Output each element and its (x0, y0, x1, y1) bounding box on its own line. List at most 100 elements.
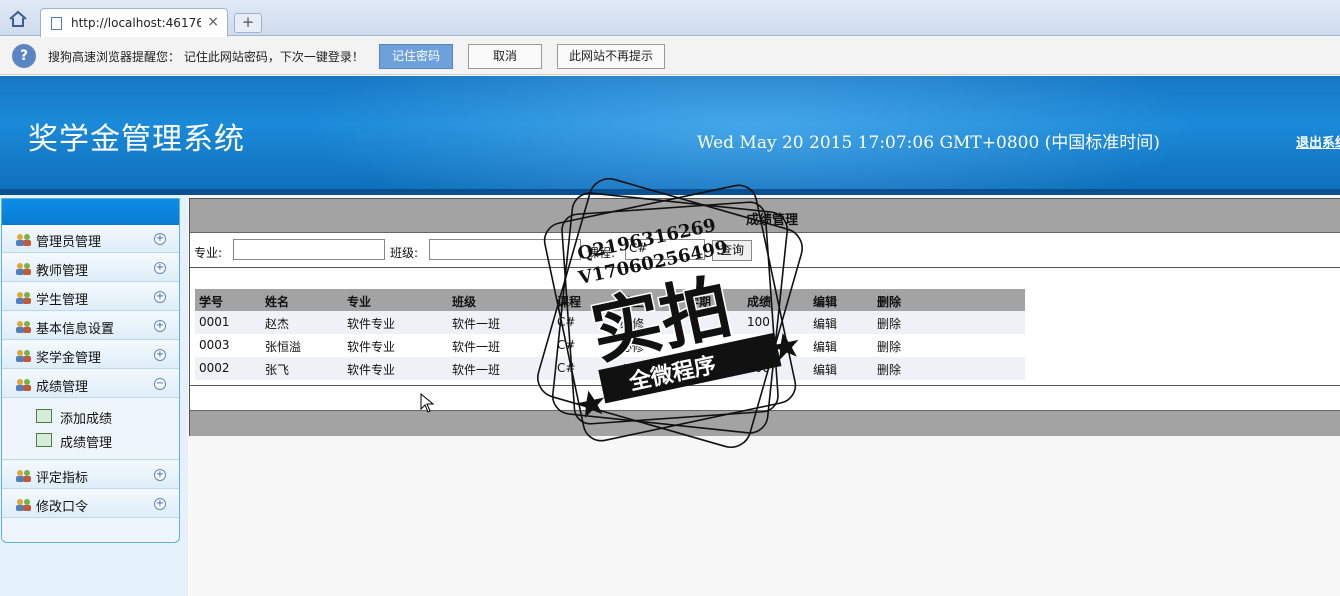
sidebar-item-student[interactable]: 学生管理 + (2, 283, 179, 311)
cell-student-id: 0002 (199, 361, 230, 375)
col-header: 课程 (557, 295, 582, 309)
col-header: 学号 (199, 295, 224, 309)
sidebar-item-change-password[interactable]: 修改口令 + (2, 490, 179, 518)
table-row: 0003 张恒溢 软件专业 软件一班 C# 必修 100 编辑 删除 (195, 334, 1025, 357)
sidebar-item-scholarship[interactable]: 奖学金管理 + (2, 341, 179, 369)
password-prompt-bar: ? 搜狗高速浏览器提醒您： 记住此网站密码，下次一键登录！ 记住密码 取消 此网… (0, 37, 1340, 75)
cell-class: 软件一班 (452, 317, 501, 331)
sidebar-item-label: 教师管理 (36, 264, 89, 279)
edit-link[interactable]: 编辑 (813, 315, 837, 332)
col-header: 学期 (687, 295, 712, 309)
collapse-icon[interactable]: − (154, 378, 166, 390)
major-input[interactable] (233, 239, 385, 260)
cell-major: 软件专业 (347, 317, 396, 331)
search-row: 专业: 班级: 课程: C# 查询 (190, 234, 1340, 268)
panel-divider (190, 385, 1340, 386)
users-icon (16, 292, 31, 304)
cell-major: 软件专业 (347, 340, 396, 354)
cell-course: C# (557, 361, 576, 375)
browser-tab[interactable]: http://localhost:46176/ × (40, 8, 228, 37)
sidebar-item-scores[interactable]: 成绩管理 − (2, 370, 179, 398)
cell-class: 软件一班 (452, 363, 501, 377)
expand-icon[interactable]: + (154, 233, 166, 245)
app-window: http://localhost:46176/ × + ? 搜狗高速浏览器提醒您… (0, 0, 1340, 596)
delete-link[interactable]: 删除 (877, 338, 901, 355)
sidebar-item-basic-info[interactable]: 基本信息设置 + (2, 312, 179, 340)
main-content: 成绩管理 专业: 班级: 课程: C# 查询 学号 姓名 专业 班级 课程 类型… (188, 195, 1340, 596)
sidebar-subitem-label: 添加成绩 (60, 412, 113, 427)
sidebar-menu-frame: 管理员管理 + 教师管理 + 学生管理 + 基本信息设置 + 奖学金管理 + 成… (1, 198, 180, 543)
col-header: 类型 (620, 295, 645, 309)
sidebar: 管理员管理 + 教师管理 + 学生管理 + 基本信息设置 + 奖学金管理 + 成… (0, 195, 188, 596)
new-tab-button[interactable]: + (234, 13, 262, 33)
sidebar-subitem-label: 成绩管理 (60, 436, 113, 451)
close-tab-icon[interactable]: × (207, 14, 219, 30)
scores-submenu: 添加成绩 成绩管理 (2, 402, 179, 460)
sidebar-item-label: 学生管理 (36, 293, 89, 308)
info-key-icon: ? (12, 44, 36, 68)
users-icon (16, 499, 31, 511)
form-add-icon (36, 409, 52, 423)
datetime-display: Wed May 20 2015 17:07:06 GMT+0800 (中国标准时… (697, 133, 1160, 153)
table-row: 0002 张飞 软件专业 软件一班 C# 必修 100 编辑 删除 (195, 357, 1025, 380)
cell-name: 赵杰 (265, 317, 290, 331)
home-icon[interactable] (8, 10, 28, 28)
users-icon (16, 234, 31, 246)
cancel-button[interactable]: 取消 (468, 44, 542, 69)
expand-icon[interactable]: + (154, 320, 166, 332)
form-edit-icon (36, 433, 52, 447)
tab-url: http://localhost:46176/ (71, 16, 201, 30)
panel-title-bar: 成绩管理 (190, 199, 1340, 233)
sidebar-header (2, 199, 179, 225)
sidebar-item-label: 评定指标 (36, 471, 89, 486)
users-icon (16, 379, 31, 391)
panel-title: 成绩管理 (746, 213, 799, 228)
expand-icon[interactable]: + (154, 262, 166, 274)
col-header: 专业 (347, 295, 372, 309)
expand-icon[interactable]: + (154, 498, 166, 510)
edit-link[interactable]: 编辑 (813, 361, 837, 378)
cell-major: 软件专业 (347, 363, 396, 377)
browser-tab-bar: http://localhost:46176/ × + (0, 0, 1340, 37)
system-title: 奖学金管理系统 (28, 122, 245, 157)
sidebar-item-criteria[interactable]: 评定指标 + (2, 461, 179, 489)
sidebar-item-label: 奖学金管理 (36, 351, 102, 366)
cell-type: 必修 (620, 363, 645, 377)
sidebar-item-label: 成绩管理 (36, 380, 89, 395)
sidebar-item-teacher[interactable]: 教师管理 + (2, 254, 179, 282)
query-button[interactable]: 查询 (712, 240, 752, 261)
cell-score: 100 (747, 315, 770, 329)
cell-score: 100 (747, 361, 770, 375)
sidebar-item-admin[interactable]: 管理员管理 + (2, 225, 179, 253)
cell-student-id: 0003 (199, 338, 230, 352)
delete-link[interactable]: 删除 (877, 361, 901, 378)
cell-student-id: 0001 (199, 315, 230, 329)
cell-name: 张恒溢 (265, 340, 302, 354)
table-row: 0001 赵杰 软件专业 软件一班 C# 必修 100 编辑 删除 (195, 311, 1025, 334)
page-icon (51, 17, 62, 30)
expand-icon[interactable]: + (154, 291, 166, 303)
course-select[interactable]: C# (625, 239, 705, 260)
course-label: 课程: (587, 246, 616, 260)
expand-icon[interactable]: + (154, 469, 166, 481)
cell-type: 必修 (620, 340, 645, 354)
logout-link[interactable]: 退出系统 (1296, 132, 1340, 151)
remember-password-button[interactable]: 记住密码 (379, 44, 453, 69)
users-icon (16, 350, 31, 362)
class-input[interactable] (429, 239, 581, 260)
table-header: 学号 姓名 专业 班级 课程 类型 学期 成绩 编辑 删除 (195, 289, 1025, 311)
edit-link[interactable]: 编辑 (813, 338, 837, 355)
cell-type: 必修 (620, 317, 645, 331)
cell-name: 张飞 (265, 363, 290, 377)
major-label: 专业: (194, 246, 223, 260)
col-header: 姓名 (265, 295, 290, 309)
delete-link[interactable]: 删除 (877, 315, 901, 332)
password-prompt-message: 搜狗高速浏览器提醒您： 记住此网站密码，下次一键登录！ (48, 50, 364, 64)
score-management-panel: 成绩管理 专业: 班级: 课程: C# 查询 学号 姓名 专业 班级 课程 类型… (189, 198, 1340, 436)
never-remind-button[interactable]: 此网站不再提示 (557, 44, 665, 69)
sidebar-item-label: 修改口令 (36, 500, 89, 515)
class-label: 班级: (390, 246, 419, 260)
expand-icon[interactable]: + (154, 349, 166, 361)
col-header: 编辑 (813, 295, 838, 309)
users-icon (16, 321, 31, 333)
